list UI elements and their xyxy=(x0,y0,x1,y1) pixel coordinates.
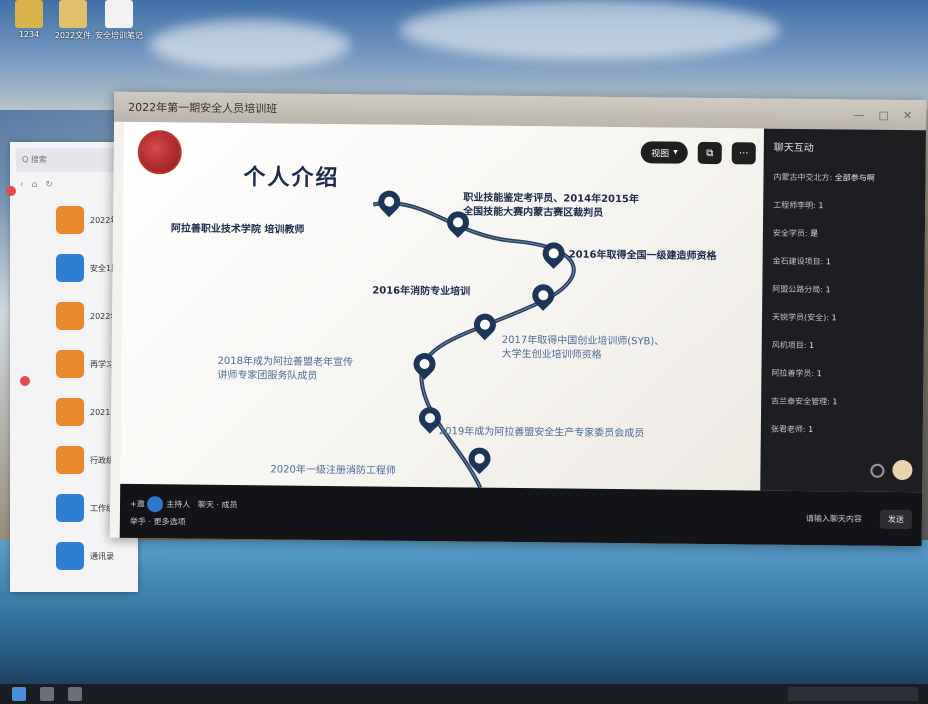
chat-message: 风机项目: 1 xyxy=(771,340,815,351)
window-controls: — □ ✕ xyxy=(853,108,912,122)
timeline-annotation: 大学生创业培训师资格 xyxy=(501,348,602,361)
avatar[interactable] xyxy=(892,459,913,481)
document-icon xyxy=(105,0,133,28)
chat-message: 内蒙古中交北方: 全部参与啊 xyxy=(773,172,875,183)
window-title: 2022年第一期安全人员培训班 xyxy=(128,100,278,116)
timeline-annotation: 全国技能大赛内蒙古赛区裁判员 xyxy=(463,206,604,219)
folder-icon xyxy=(59,0,87,28)
app-icon xyxy=(56,254,84,282)
location-pin-icon xyxy=(538,237,570,272)
chevron-down-icon: ▾ xyxy=(673,147,678,158)
app-icon xyxy=(56,494,84,522)
timeline-annotation: 阿拉善职业技术学院 培训教师 xyxy=(170,223,305,236)
timeline-annotation: 2016年消防专业培训 xyxy=(372,285,471,298)
chat-message: 阿盟公路分局: 1 xyxy=(772,284,831,295)
start-icon[interactable] xyxy=(12,687,26,701)
location-pin-icon xyxy=(414,402,446,437)
timeline-annotation: 2019年成为阿拉善盟安全生产专家委员会成员 xyxy=(438,426,645,440)
chat-message: 张君老师: 1 xyxy=(770,424,814,435)
slide-toolbar: 视图 ▾ ⧉ ··· xyxy=(641,141,756,165)
app-icon xyxy=(56,446,84,474)
bottom-sub-label: 举手 · 更多选项 xyxy=(129,516,186,527)
chat-message: 阿拉善学员: 1 xyxy=(771,368,822,379)
meeting-bottom-bar: +邀 主持人 聊天 · 成员 举手 · 更多选项 请输入聊天内容 发送 xyxy=(119,483,923,547)
timeline-annotation: 讲师专家团服务队成员 xyxy=(217,369,318,382)
chat-message: 吉兰泰安全管理: 1 xyxy=(771,396,838,407)
system-tray xyxy=(788,687,918,701)
location-pin-icon xyxy=(527,279,559,314)
settings-icon[interactable] xyxy=(870,463,885,478)
send-button[interactable]: 发送 xyxy=(879,509,913,529)
app-icon xyxy=(56,206,84,234)
chat-panel: 聊天互动 内蒙古中交北方: 全部参与啊 工程师李明: 1 安全学员: 是 金石建… xyxy=(760,128,926,493)
timeline-annotation: 2016年取得全国一级建造师资格 xyxy=(568,249,717,263)
shared-slide: 个人介绍 职业技能鉴定考评员、2014年2015年 全国技能大赛内蒙古赛区裁判员… xyxy=(120,121,765,491)
maximize-button[interactable]: □ xyxy=(878,108,889,121)
chat-message: 天锐学员(安全): 1 xyxy=(771,312,837,323)
minimize-button[interactable]: — xyxy=(853,108,864,121)
view-button[interactable]: 视图 ▾ xyxy=(641,141,688,164)
taskbar-app-icon[interactable] xyxy=(68,687,82,701)
chat-message: 工程师李明: 1 xyxy=(773,200,824,211)
desktop-icon[interactable]: 安全培训笔记 xyxy=(90,0,148,41)
list-item[interactable]: 通讯录 xyxy=(10,532,138,580)
location-pin-icon xyxy=(373,186,405,221)
location-pin-icon xyxy=(463,443,496,477)
close-button[interactable]: ✕ xyxy=(903,109,912,122)
folder-icon xyxy=(15,0,43,28)
back-icon[interactable]: ‹ xyxy=(20,180,24,190)
notification-badge xyxy=(20,376,30,386)
chat-header: 聊天互动 xyxy=(773,142,814,155)
chat-message: 安全学员: 是 xyxy=(772,228,819,239)
invite-button[interactable]: +邀 主持人 聊天 · 成员 xyxy=(130,495,238,512)
cloud xyxy=(400,0,780,60)
location-pin-icon xyxy=(408,348,441,383)
location-pin-icon xyxy=(469,309,501,344)
cloud xyxy=(150,20,350,70)
refresh-icon[interactable]: ↻ xyxy=(45,180,53,190)
meeting-window: 2022年第一期安全人员培训班 — □ ✕ 个人介绍 职业技能鉴定考评员、201… xyxy=(109,91,927,547)
host-avatar xyxy=(147,495,164,512)
more-button[interactable]: ··· xyxy=(731,142,756,165)
taskbar xyxy=(0,684,928,704)
timeline-annotation: 职业技能鉴定考评员、2014年2015年 xyxy=(463,192,639,206)
app-icon xyxy=(56,350,84,378)
desktop-sea xyxy=(0,540,928,690)
notification-badge xyxy=(6,186,16,196)
app-icon xyxy=(56,398,84,426)
share-screen-icon[interactable]: ⧉ xyxy=(697,141,722,165)
home-icon[interactable]: ⌂ xyxy=(32,180,38,190)
app-icon xyxy=(56,302,84,330)
app-icon xyxy=(56,542,84,570)
timeline-annotation: 2018年成为阿拉善盟老年宣传 xyxy=(217,355,354,369)
chat-input[interactable]: 请输入聊天内容 xyxy=(806,513,862,525)
timeline-annotation: 2020年一级注册消防工程师 xyxy=(270,464,396,477)
chat-input-area: 请输入聊天内容 发送 xyxy=(806,509,913,529)
taskbar-app-icon[interactable] xyxy=(40,687,54,701)
timeline-annotation: 2017年取得中国创业培训师(SYB)、 xyxy=(501,334,665,348)
chat-message: 金石建设项目: 1 xyxy=(772,256,832,267)
